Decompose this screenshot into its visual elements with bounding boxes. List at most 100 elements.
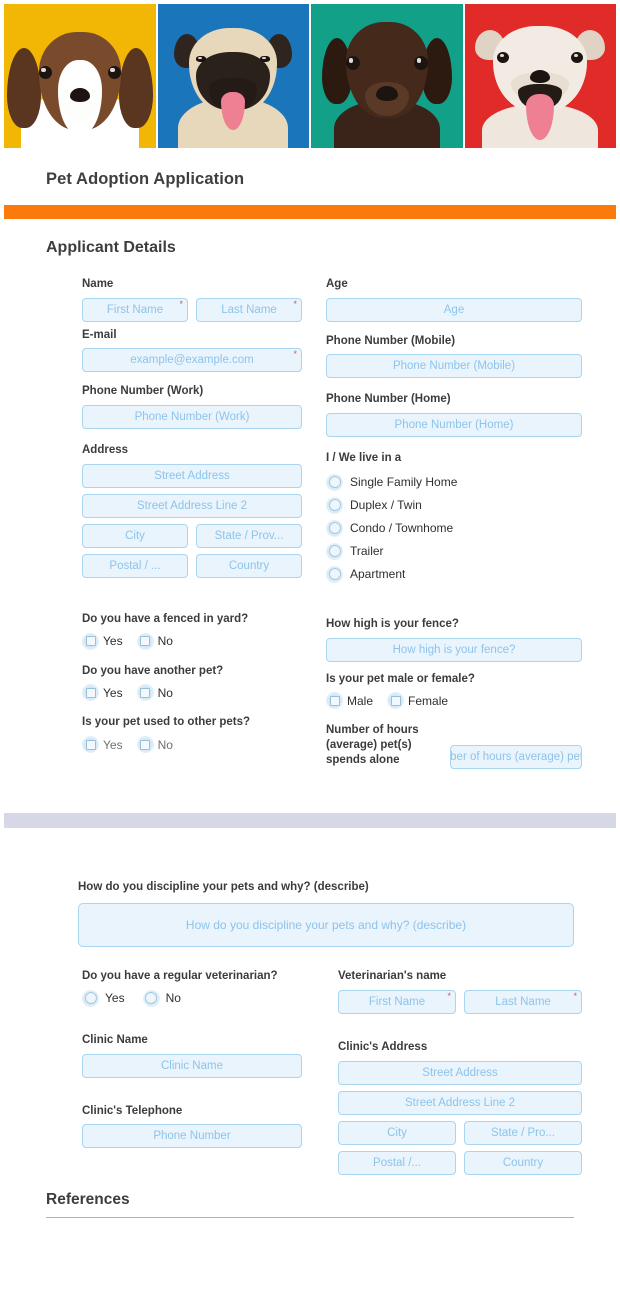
used-to-other-pets-option-yes[interactable]: Yes [82, 736, 123, 754]
last-name-input[interactable]: Last Name * [196, 297, 302, 322]
application-form-card: Pet Adoption Application Applicant Detai… [0, 148, 620, 806]
clinic-city-input[interactable]: City [338, 1120, 456, 1145]
street-address-placeholder: Street Address [154, 469, 230, 482]
another-pet-option-yes[interactable]: Yes [82, 684, 123, 702]
clinic-phone-input[interactable]: Phone Number [82, 1124, 302, 1149]
fence-height-input[interactable]: How high is your fence? [326, 637, 582, 662]
another-pet-label: Do you have another pet? [82, 664, 224, 677]
clinic-state-input[interactable]: State / Pro... [464, 1120, 582, 1145]
street-address-input[interactable]: Street Address [82, 463, 302, 488]
option-label: Condo / Townhome [350, 521, 454, 536]
residence-option-trailer[interactable]: Trailer [326, 542, 582, 560]
phone-work-input[interactable]: Phone Number (Work) [82, 405, 302, 430]
checkbox-icon[interactable] [326, 692, 343, 710]
vet-name-row: First Name * Last Name * [338, 989, 582, 1014]
pug-photo [157, 4, 309, 148]
option-label: No [157, 737, 173, 752]
residence-option-condo-townhome[interactable]: Condo / Townhome [326, 519, 582, 537]
vet-first-name-input[interactable]: First Name * [338, 989, 456, 1014]
pet-gender-options: Male Female [326, 692, 582, 710]
radio-icon[interactable] [82, 989, 99, 1007]
radio-icon[interactable] [326, 565, 343, 583]
vet-last-name-input[interactable]: Last Name * [464, 989, 582, 1014]
option-label: Male [347, 693, 374, 708]
residence-option-apartment[interactable]: Apartment [326, 565, 582, 583]
checkbox-icon[interactable] [387, 692, 405, 710]
clinic-postal-country-row: Postal /... Country [338, 1150, 582, 1175]
hours-alone-field: Number of hours (average) pet(s) spends … [326, 723, 582, 770]
required-asterisk: * [447, 990, 451, 1001]
vet-name-label: Veterinarian's name [338, 970, 447, 983]
checkbox-icon[interactable] [82, 736, 99, 754]
clinic-city-placeholder: City [387, 1126, 407, 1139]
clinic-postal-input[interactable]: Postal /... [338, 1150, 456, 1175]
another-pet-option-no[interactable]: No [136, 684, 173, 702]
checkbox-icon[interactable] [136, 684, 154, 702]
fence-height-label: How high is your fence? [326, 617, 459, 630]
street-address-line2-input[interactable]: Street Address Line 2 [82, 493, 302, 518]
regular-vet-option-no[interactable]: No [142, 989, 181, 1007]
checkbox-icon[interactable] [136, 632, 154, 650]
required-asterisk: * [179, 298, 183, 309]
option-label: No [157, 634, 173, 649]
residence-label: I / We live in a [326, 452, 402, 465]
phone-work-label: Phone Number (Work) [82, 385, 204, 398]
pet-gender-label: Is your pet male or female? [326, 672, 475, 685]
residence-option-duplex-twin[interactable]: Duplex / Twin [326, 496, 582, 514]
residence-option-single-family-home[interactable]: Single Family Home [326, 473, 582, 491]
checkbox-icon[interactable] [82, 684, 99, 702]
email-label: E-mail [82, 328, 117, 341]
beagle-puppy-photo [4, 4, 156, 148]
radio-icon[interactable] [326, 496, 343, 514]
applicant-right-column: Age Age Phone Number (Mobile) Phone Numb… [310, 277, 590, 770]
name-label: Name [82, 278, 114, 290]
first-name-input[interactable]: First Name * [82, 297, 188, 322]
fenced-yard-label: Do you have a fenced in yard? [82, 612, 249, 625]
phone-mobile-input[interactable]: Phone Number (Mobile) [326, 354, 582, 379]
radio-icon[interactable] [326, 519, 343, 537]
state-input[interactable]: State / Prov... [196, 523, 302, 548]
phone-mobile-label: Phone Number (Mobile) [326, 334, 456, 347]
hours-alone-input[interactable]: Number of hours (average) pet(s)... [450, 745, 582, 770]
pet-gender-option-male[interactable]: Male [326, 692, 374, 710]
email-input[interactable]: example@example.com * [82, 348, 302, 373]
country-input[interactable]: Country [196, 553, 302, 578]
required-asterisk: * [293, 298, 297, 309]
radio-icon[interactable] [326, 542, 343, 560]
references-section: References [0, 1175, 620, 1218]
fenced-yard-option-no[interactable]: No [136, 632, 173, 650]
checkbox-icon[interactable] [136, 736, 154, 754]
clinic-phone-placeholder: Phone Number [153, 1130, 231, 1143]
discipline-label: How do you discipline your pets and why?… [78, 881, 369, 894]
city-input[interactable]: City [82, 523, 188, 548]
postal-country-row: Postal / ... Country [82, 553, 302, 578]
pet-gender-option-female[interactable]: Female [387, 692, 448, 710]
last-name-placeholder: Last Name [221, 303, 277, 316]
phone-mobile-placeholder: Phone Number (Mobile) [392, 360, 516, 373]
used-to-other-pets-option-no[interactable]: No [136, 736, 173, 754]
checkbox-icon[interactable] [82, 632, 99, 650]
discipline-textarea[interactable]: How do you discipline your pets and why?… [78, 903, 574, 948]
postal-code-placeholder: Postal / ... [109, 559, 161, 572]
fenced-yard-option-yes[interactable]: Yes [82, 632, 123, 650]
first-name-placeholder: First Name [106, 303, 164, 316]
radio-icon[interactable] [142, 989, 160, 1007]
clinic-name-input[interactable]: Clinic Name [82, 1053, 302, 1078]
discipline-field: How do you discipline your pets and why?… [0, 880, 620, 948]
option-label: Apartment [350, 567, 406, 582]
phone-home-input[interactable]: Phone Number (Home) [326, 413, 582, 438]
used-to-other-pets-options: Yes No [82, 736, 302, 754]
vet-right-column: Veterinarian's name First Name * Last Na… [310, 969, 590, 1175]
clinic-street-address-line2-input[interactable]: Street Address Line 2 [338, 1090, 582, 1115]
name-field-row: First Name * Last Name * [82, 297, 302, 322]
used-to-other-pets-label: Is your pet used to other pets? [82, 716, 251, 729]
clinic-street-address-input[interactable]: Street Address [338, 1060, 582, 1085]
email-placeholder: example@example.com [130, 354, 254, 367]
clinic-country-input[interactable]: Country [464, 1150, 582, 1175]
age-input[interactable]: Age [326, 297, 582, 322]
form-page-two: How do you discipline your pets and why?… [0, 836, 620, 1236]
phone-home-label: Phone Number (Home) [326, 393, 451, 406]
postal-code-input[interactable]: Postal / ... [82, 553, 188, 578]
regular-vet-option-yes[interactable]: Yes [82, 989, 125, 1007]
radio-icon[interactable] [326, 473, 343, 491]
